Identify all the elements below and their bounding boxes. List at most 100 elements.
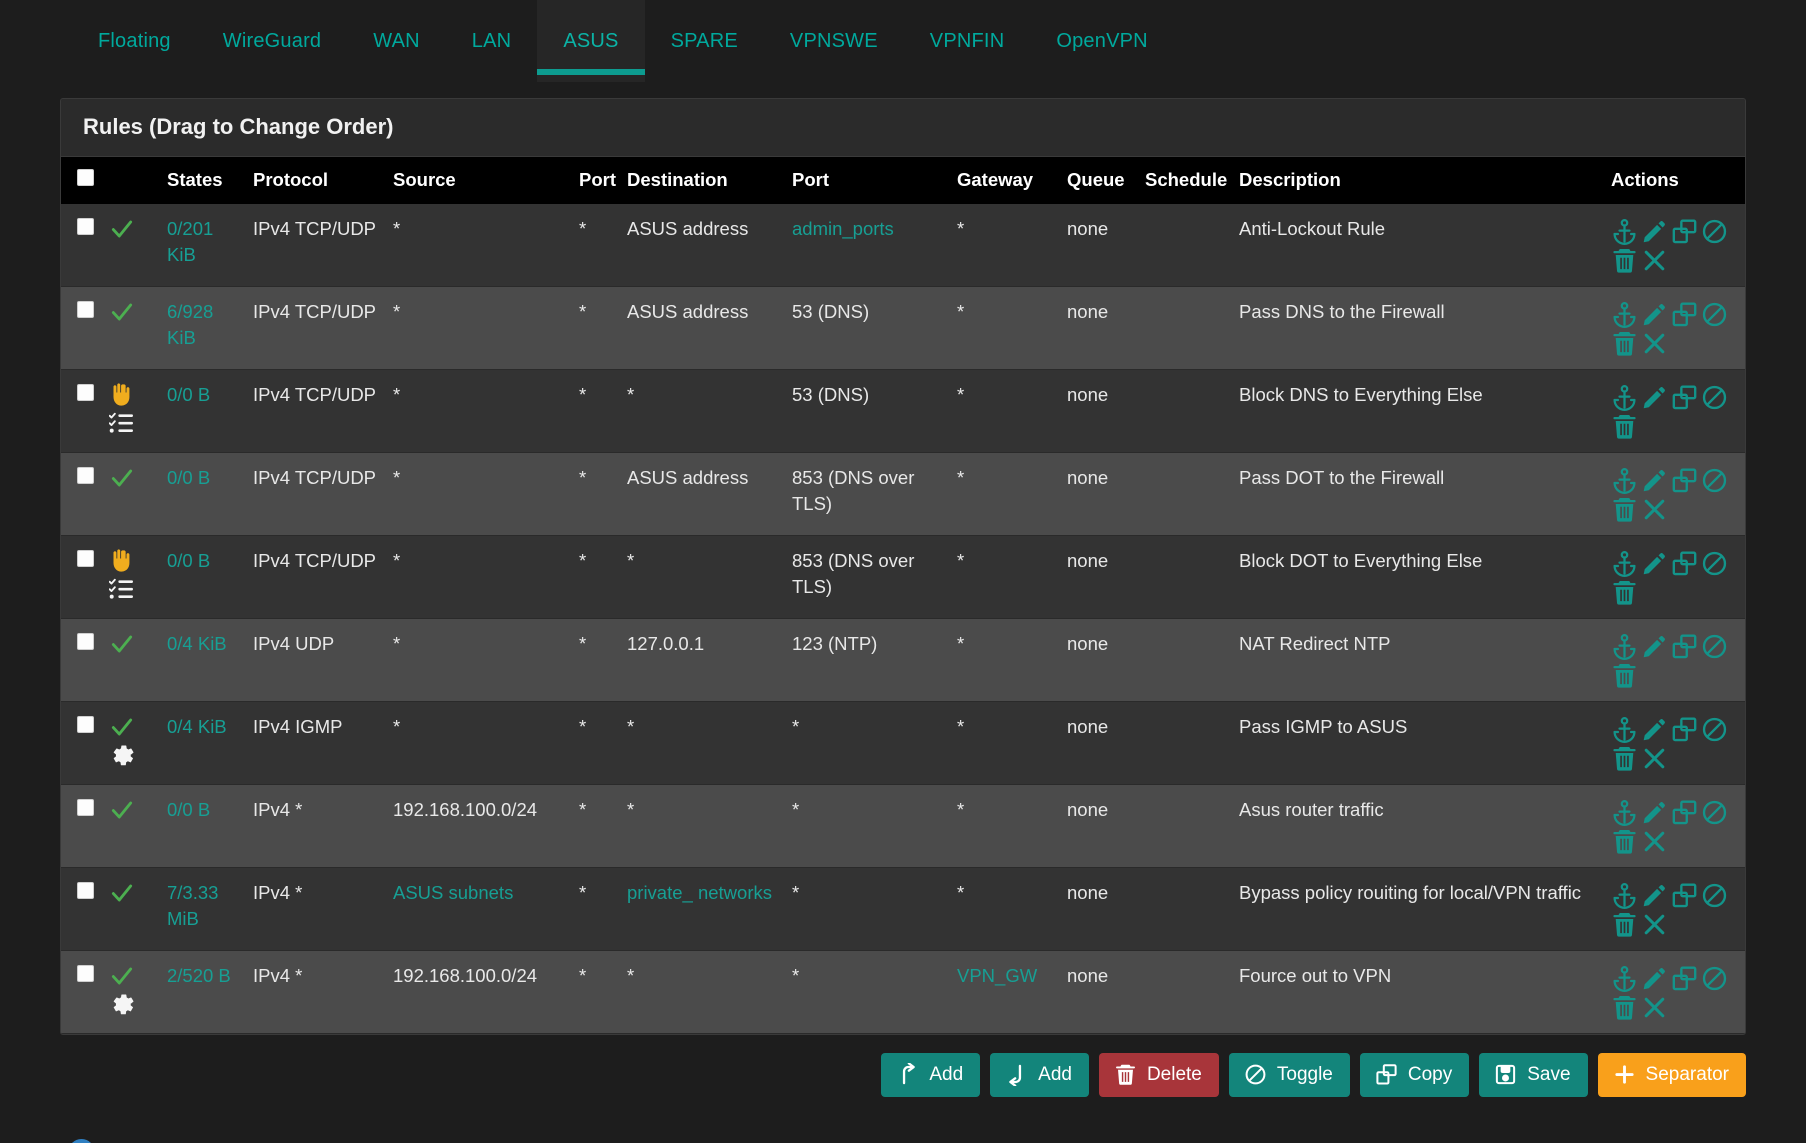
x-icon[interactable] [1641,911,1668,938]
trash-icon[interactable] [1611,911,1638,938]
edit-icon[interactable] [1641,301,1668,328]
anchor-icon[interactable] [1611,799,1638,826]
table-row[interactable]: 0/0 B IPv4 * 192.168.100.0/24 * * * * none Asus … [61,784,1745,868]
trash-icon[interactable] [1611,662,1638,689]
rule-status-cell[interactable] [103,785,161,868]
rule-states[interactable]: 0/0 B [161,453,247,536]
table-row[interactable]: 7/3.33 MiB IPv4 * ASUS subnets * private_ ne… [61,867,1745,951]
rule-states[interactable]: 0/0 B [161,785,247,868]
ban-icon[interactable] [1701,633,1728,660]
anchor-icon[interactable] [1611,882,1638,909]
x-icon[interactable] [1641,828,1668,855]
anchor-icon[interactable] [1611,550,1638,577]
edit-icon[interactable] [1641,799,1668,826]
row-select-checkbox[interactable] [77,633,94,650]
ban-icon[interactable] [1701,301,1728,328]
trash-icon[interactable] [1611,413,1638,440]
rule-states[interactable]: 7/3.33 MiB [161,868,247,951]
tab-wireguard[interactable]: WireGuard [197,0,348,82]
rule-states[interactable]: 0/4 KiB [161,702,247,785]
x-icon[interactable] [1641,994,1668,1021]
copy-icon[interactable] [1671,218,1698,245]
copy-icon[interactable] [1671,799,1698,826]
rule-source[interactable]: ASUS subnets [387,868,573,951]
rule-states[interactable]: 0/4 KiB [161,619,247,702]
edit-icon[interactable] [1641,633,1668,660]
copy-button[interactable]: Copy [1359,1053,1470,1097]
rule-status-cell[interactable] [103,868,161,951]
rule-status-cell[interactable] [103,536,161,619]
rule-states[interactable]: 2/520 B [161,951,247,1034]
add-button-top[interactable]: Add [881,1053,981,1097]
table-row[interactable]: 0/0 B IPv4 TCP/UDP * * * 853 (DNS over TLS) * n… [61,535,1745,619]
select-all-checkbox[interactable] [77,169,94,186]
x-icon[interactable] [1641,247,1668,274]
rule-status-cell[interactable] [103,951,161,1034]
table-row[interactable]: 0/4 KiB IPv4 UDP * * 127.0.0.1 123 (NTP) * none… [61,618,1745,702]
ban-icon[interactable] [1701,882,1728,909]
anchor-icon[interactable] [1611,218,1638,245]
trash-icon[interactable] [1611,247,1638,274]
copy-icon[interactable] [1671,882,1698,909]
copy-icon[interactable] [1671,301,1698,328]
rule-status-cell[interactable] [103,370,161,453]
tab-lan[interactable]: LAN [446,0,538,82]
rule-states[interactable]: 0/201 KiB [161,204,247,287]
rule-states[interactable]: 6/928 KiB [161,287,247,370]
row-select-checkbox[interactable] [77,965,94,982]
rule-status-cell[interactable] [103,453,161,536]
x-icon[interactable] [1641,745,1668,772]
table-row[interactable]: 0/0 B IPv4 TCP/UDP * * * 53 (DNS) * none Block D… [61,369,1745,453]
add-button-bottom[interactable]: Add [990,1053,1089,1097]
tab-vpnswe[interactable]: VPNSWE [764,0,904,82]
rule-destination[interactable]: private_ networks [621,868,786,951]
row-select-checkbox[interactable] [77,301,94,318]
trash-icon[interactable] [1611,828,1638,855]
row-select-checkbox[interactable] [77,716,94,733]
x-icon[interactable] [1641,330,1668,357]
copy-icon[interactable] [1671,467,1698,494]
rule-status-cell[interactable] [103,287,161,370]
trash-icon[interactable] [1611,994,1638,1021]
delete-button[interactable]: Delete [1098,1053,1219,1097]
copy-icon[interactable] [1671,716,1698,743]
tab-vpnfin[interactable]: VPNFIN [904,0,1031,82]
rule-status-cell[interactable] [103,619,161,702]
ban-icon[interactable] [1701,467,1728,494]
trash-icon[interactable] [1611,330,1638,357]
trash-icon[interactable] [1611,496,1638,523]
ban-icon[interactable] [1701,384,1728,411]
edit-icon[interactable] [1641,965,1668,992]
table-row[interactable]: 6/928 KiB IPv4 TCP/UDP * * ASUS address 53 (D… [61,286,1745,370]
rule-dest-port[interactable]: admin_ports [786,204,951,287]
save-button[interactable]: Save [1479,1053,1588,1097]
ban-icon[interactable] [1701,550,1728,577]
anchor-icon[interactable] [1611,716,1638,743]
rule-states[interactable]: 0/0 B [161,536,247,619]
rule-status-cell[interactable] [103,702,161,785]
copy-icon[interactable] [1671,384,1698,411]
copy-icon[interactable] [1671,550,1698,577]
edit-icon[interactable] [1641,467,1668,494]
info-icon[interactable]: i [68,1139,95,1143]
anchor-icon[interactable] [1611,301,1638,328]
row-select-checkbox[interactable] [77,882,94,899]
edit-icon[interactable] [1641,716,1668,743]
row-select-checkbox[interactable] [77,218,94,235]
table-row[interactable]: 0/201 KiB IPv4 TCP/UDP * * ASUS address admin… [61,204,1745,287]
edit-icon[interactable] [1641,550,1668,577]
row-select-checkbox[interactable] [77,799,94,816]
anchor-icon[interactable] [1611,467,1638,494]
anchor-icon[interactable] [1611,384,1638,411]
rule-states[interactable]: 0/0 B [161,370,247,453]
ban-icon[interactable] [1701,965,1728,992]
x-icon[interactable] [1641,496,1668,523]
edit-icon[interactable] [1641,882,1668,909]
ban-icon[interactable] [1701,218,1728,245]
trash-icon[interactable] [1611,745,1638,772]
copy-icon[interactable] [1671,965,1698,992]
table-row[interactable]: 0/4 KiB IPv4 IGMP * * * * * none Pass IGMP to AS… [61,701,1745,785]
rule-status-cell[interactable] [103,204,161,287]
anchor-icon[interactable] [1611,965,1638,992]
row-select-checkbox[interactable] [77,467,94,484]
